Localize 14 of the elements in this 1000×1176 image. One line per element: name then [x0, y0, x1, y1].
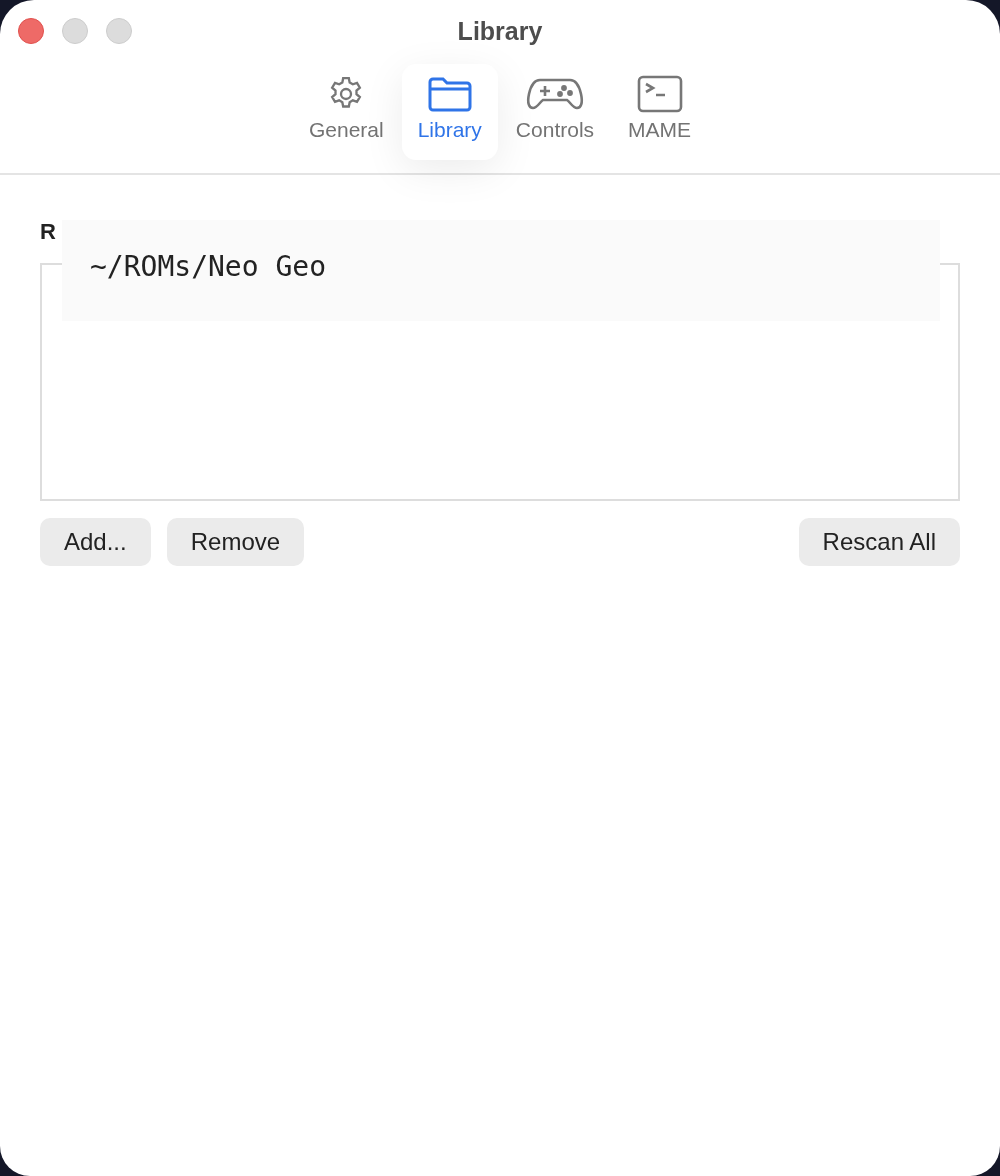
toolbar-tab[interactable]: General: [292, 64, 400, 160]
action-button[interactable]: Remove: [166, 518, 305, 566]
tooltip: ~/ROMs/Neo Geo: [62, 220, 940, 321]
terminal-icon: [635, 74, 684, 114]
toolbar-tab[interactable]: Controls: [499, 64, 611, 160]
toolbar-tab[interactable]: Library: [401, 64, 498, 160]
toolbar-tab[interactable]: MAME: [612, 64, 708, 160]
section-heading: R: [40, 219, 57, 246]
zoom-button[interactable]: [106, 18, 132, 44]
action-button[interactable]: Rescan All: [798, 518, 960, 566]
action-button[interactable]: Add...: [40, 518, 151, 566]
minimize-button[interactable]: [62, 18, 88, 44]
close-button[interactable]: [18, 18, 44, 44]
window-title: Library: [457, 16, 543, 46]
